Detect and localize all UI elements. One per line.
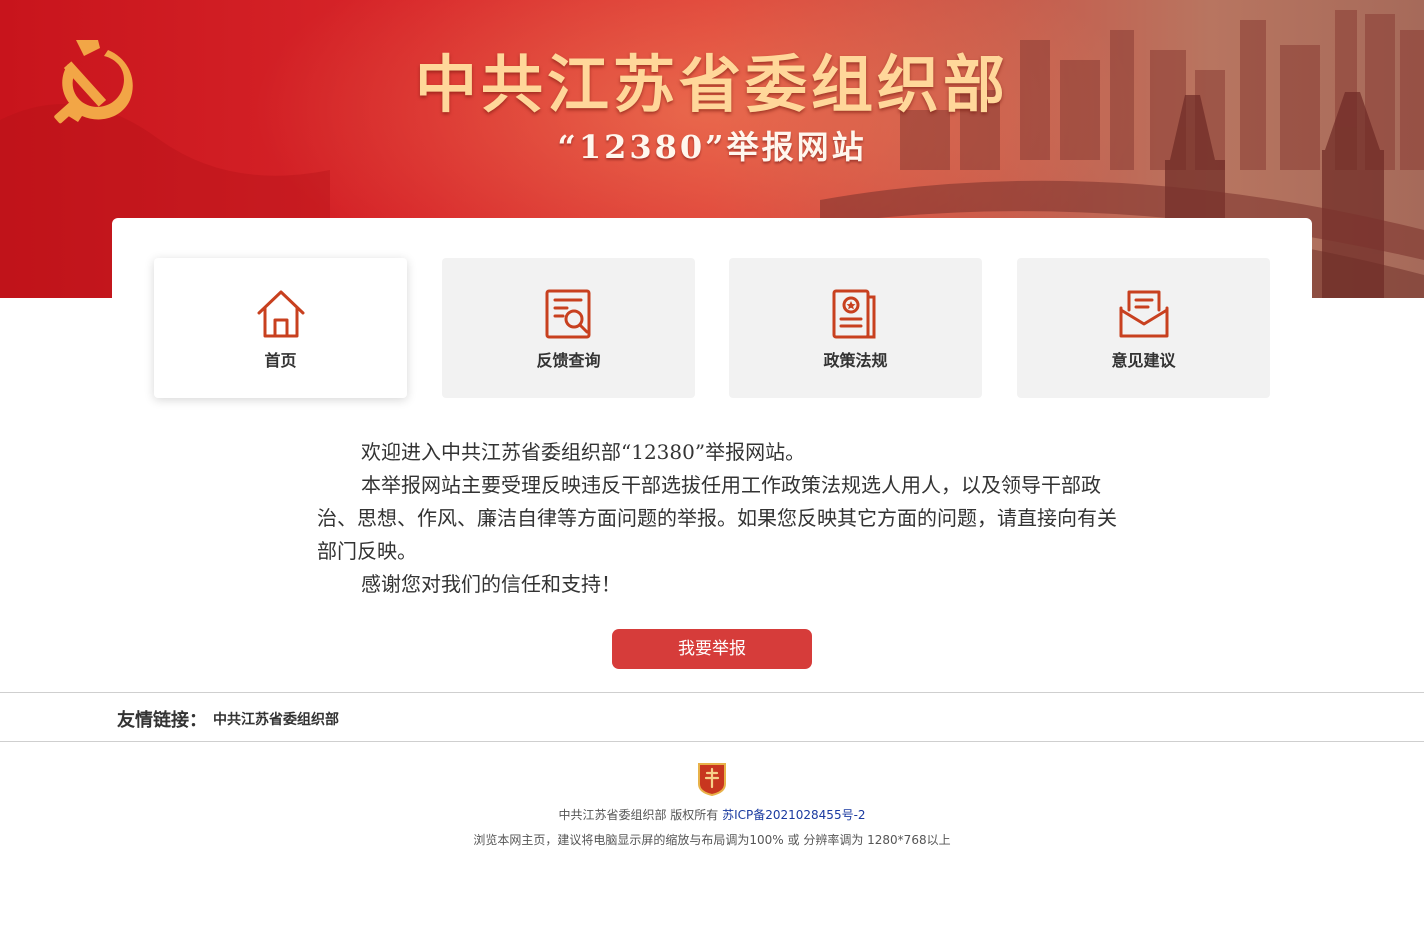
footer-copyright: 中共江苏省委组织部 版权所有 苏ICP备2021028455号-2 bbox=[0, 806, 1424, 823]
nav-home-label: 首页 bbox=[264, 351, 297, 370]
report-button[interactable]: 我要举报 bbox=[612, 629, 812, 669]
friendly-link-jiangsu-org-dept[interactable]: 中共江苏省委组织部 bbox=[213, 709, 339, 729]
nav-policy-label: 政策法规 bbox=[823, 351, 888, 370]
copyright-text: 中共江苏省委组织部 版权所有 bbox=[558, 808, 723, 822]
nav-home[interactable]: 首页 bbox=[154, 258, 407, 398]
nav-policy[interactable]: 政策法规 bbox=[729, 258, 982, 398]
welcome-text: 欢迎进入中共江苏省委组织部“12380”举报网站。 本举报网站主要受理反映违反干… bbox=[317, 436, 1117, 601]
main-panel: 首页 反馈查询 政策法规 意见建议 欢迎进入中共江苏省委组织部“12380”举报… bbox=[112, 218, 1312, 688]
policy-document-icon bbox=[832, 289, 876, 339]
nav-feedback-query[interactable]: 反馈查询 bbox=[442, 258, 695, 398]
government-badge-icon bbox=[698, 763, 726, 796]
document-search-icon bbox=[545, 289, 591, 339]
nav-suggestions[interactable]: 意见建议 bbox=[1017, 258, 1270, 398]
home-icon bbox=[257, 290, 305, 338]
welcome-paragraph-3: 感谢您对我们的信任和支持！ bbox=[361, 572, 621, 596]
icp-link[interactable]: 苏ICP备2021028455号-2 bbox=[722, 808, 865, 822]
site-title: 中共江苏省委组织部 bbox=[414, 48, 1009, 121]
friendly-links-bar: 友情链接： 中共江苏省委组织部 bbox=[0, 692, 1424, 742]
welcome-paragraph-2: 本举报网站主要受理反映违反干部选拔任用工作政策法规选人用人，以及领导干部政治、思… bbox=[317, 473, 1117, 563]
welcome-paragraph-1: 欢迎进入中共江苏省委组织部“12380”举报网站。 bbox=[361, 440, 806, 464]
site-subtitle: “12380”举报网站 bbox=[557, 128, 867, 166]
envelope-letter-icon bbox=[1119, 290, 1169, 338]
nav-suggestions-label: 意见建议 bbox=[1111, 351, 1176, 370]
nav-feedback-query-label: 反馈查询 bbox=[536, 351, 601, 370]
footer-notice: 浏览本网主页，建议将电脑显示屏的缩放与布局调为100% 或 分辨率调为 1280… bbox=[473, 833, 951, 847]
friendly-links-title: 友情链接： bbox=[117, 710, 207, 731]
